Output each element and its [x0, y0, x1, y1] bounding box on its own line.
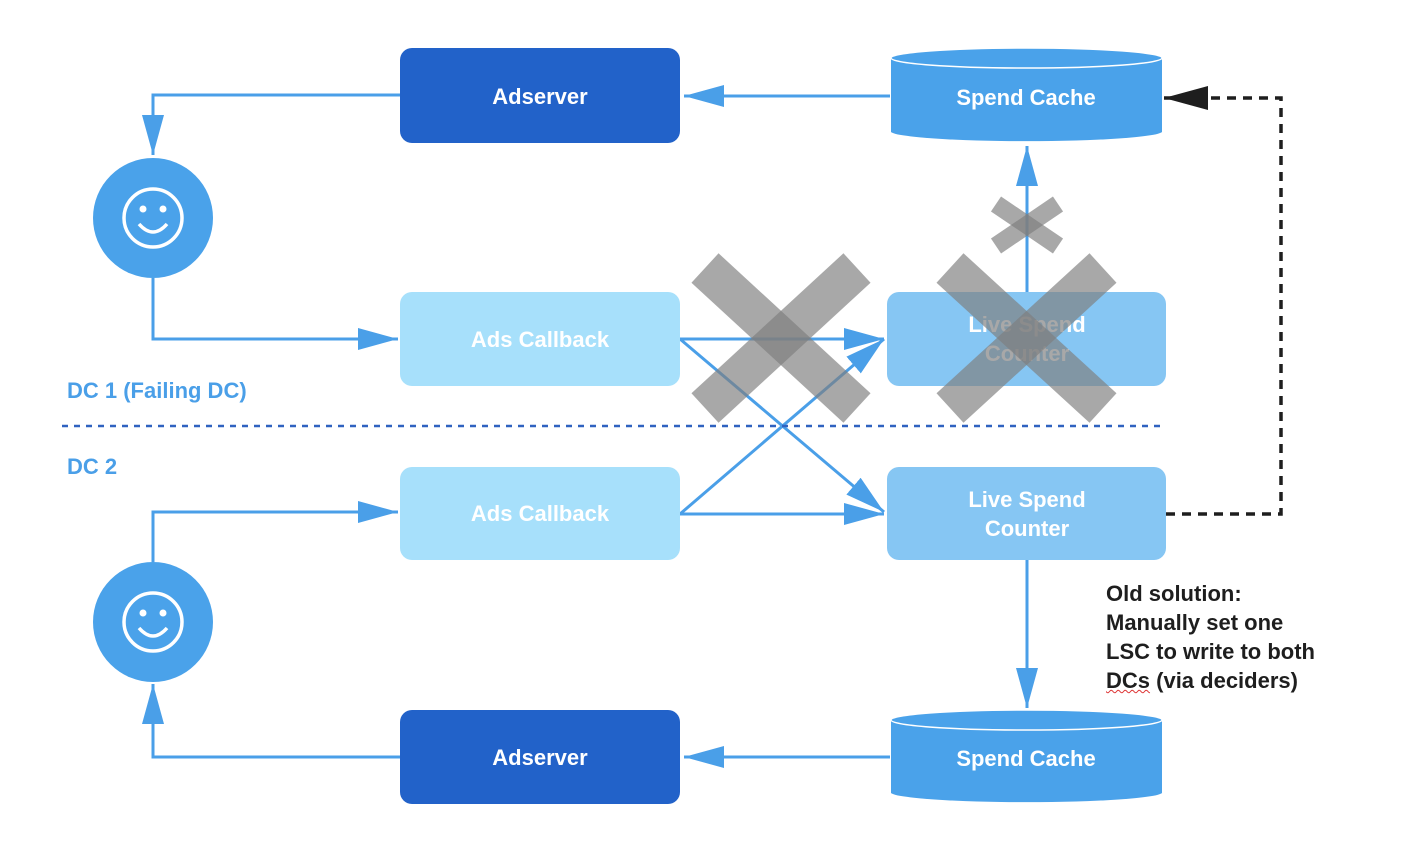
note-line: LSC to write to both [1106, 639, 1315, 664]
diagram: Adserver Adserver Ads Callback Ads Callb… [62, 47, 1283, 804]
old-solution-note: Old solution: Manually set one LSC to wr… [1106, 579, 1315, 695]
spend-cache-bottom-label: Spend Cache [956, 746, 1095, 771]
adserver-top-label: Adserver [492, 84, 588, 109]
arrow-user-to-callback-bottom [151, 501, 398, 562]
live-spend-counter-bottom[interactable]: Live Spend Counter [887, 467, 1166, 560]
spend-cache-bottom[interactable]: Spend Cache [890, 709, 1163, 803]
adserver-bottom-label: Adserver [492, 745, 588, 770]
ads-callback-top[interactable]: Ads Callback [400, 292, 680, 386]
lsc-bottom-label-1: Live Spend [968, 487, 1085, 512]
arrow-adserver-to-user-bottom [142, 684, 400, 759]
ads-callback-bottom[interactable]: Ads Callback [400, 467, 680, 560]
note-line-rest: (via deciders) [1150, 668, 1298, 693]
spend-cache-top[interactable]: Spend Cache [890, 47, 1163, 142]
note-line: Manually set one [1106, 610, 1284, 635]
dashed-arrow-lsc2-to-cache1 [1164, 86, 1283, 516]
spend-cache-top-label: Spend Cache [956, 85, 1095, 110]
arrow-adserver-to-user-top [142, 93, 400, 155]
ads-callback-bottom-label: Ads Callback [471, 501, 610, 526]
note-line: DCs (via deciders) [1106, 666, 1315, 695]
note-line: Old solution: [1106, 581, 1242, 606]
user-top [93, 158, 213, 278]
lsc-bottom-label-2: Counter [985, 516, 1070, 541]
note-word-dcs: DCs [1106, 668, 1151, 693]
ads-callback-top-label: Ads Callback [471, 327, 610, 352]
adserver-bottom[interactable]: Adserver [400, 710, 680, 804]
user-bottom [93, 562, 213, 682]
adserver-top[interactable]: Adserver [400, 48, 680, 143]
dc2-label: DC 2 [67, 454, 117, 479]
arrow-user-to-callback-top [151, 278, 398, 350]
dc1-label: DC 1 (Failing DC) [67, 378, 247, 403]
